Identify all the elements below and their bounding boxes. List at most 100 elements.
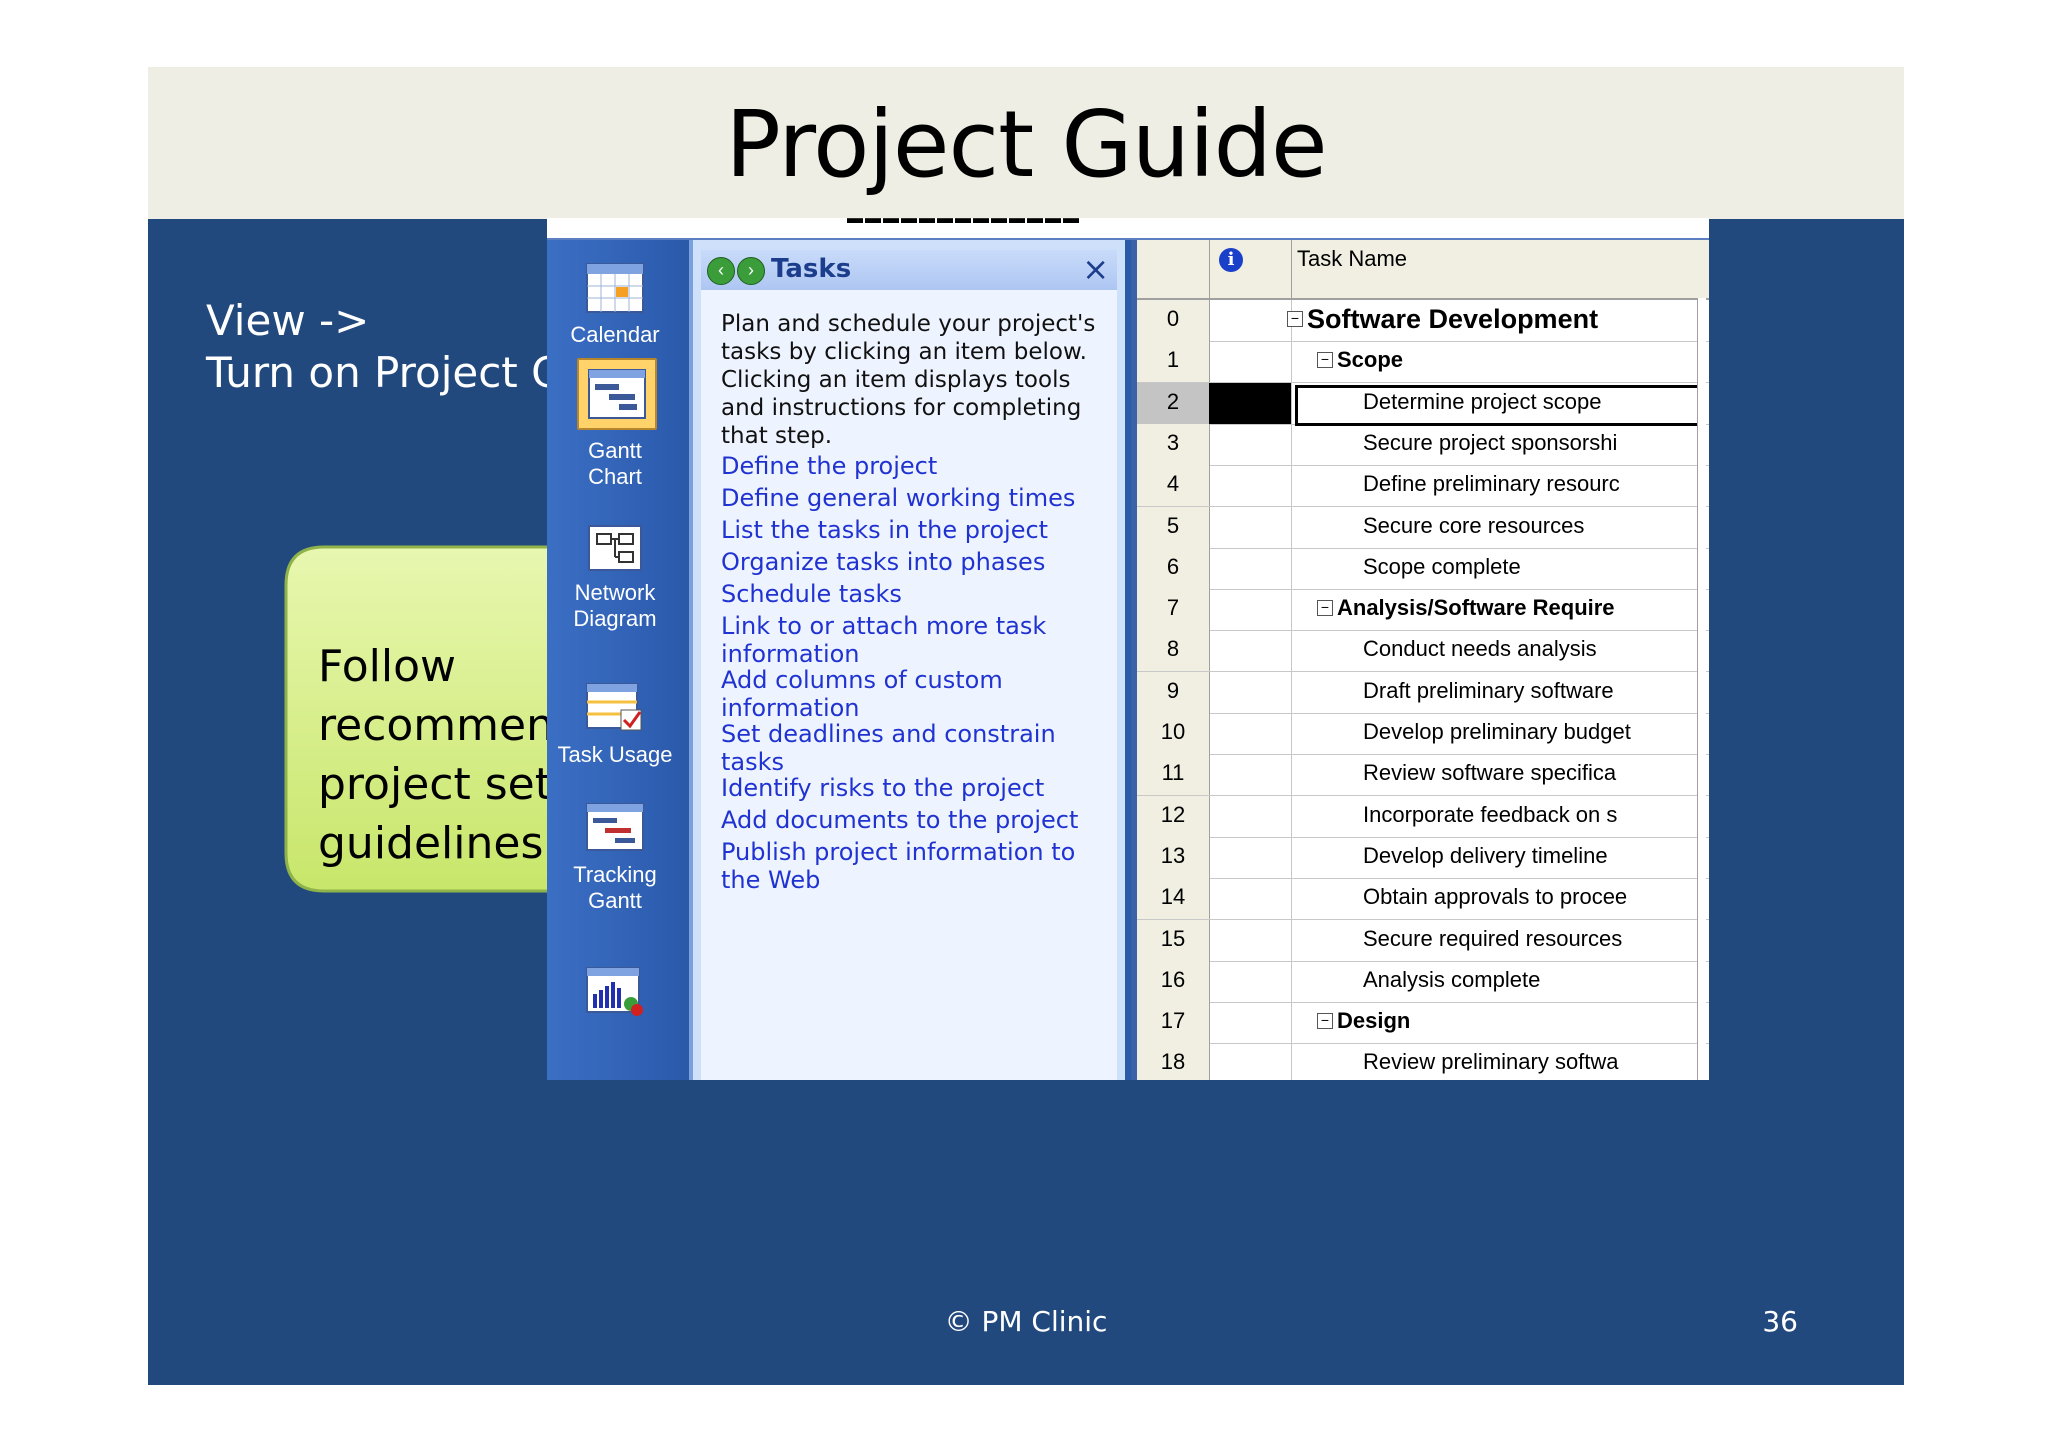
footer-copyright: © PM Clinic [944,1305,1108,1338]
task-name-cell[interactable]: Design [1337,1002,1689,1043]
row-number[interactable]: 12 [1137,795,1210,837]
row-number[interactable]: 0 [1137,300,1210,341]
table-row[interactable]: 1 − Scope [1137,341,1709,384]
row-number[interactable]: 15 [1137,919,1210,961]
collapse-icon[interactable]: − [1317,1013,1333,1030]
row-indicator [1209,713,1292,754]
row-number[interactable]: 9 [1137,671,1210,713]
table-row[interactable]: 13 Develop delivery timeline [1137,836,1709,879]
task-name-cell[interactable]: Secure required resources [1363,920,1689,961]
table-row[interactable]: 16 Analysis complete [1137,960,1709,1003]
forward-arrow-icon[interactable]: › [737,257,765,285]
row-number[interactable]: 6 [1137,547,1210,589]
row-number[interactable]: 7 [1137,589,1210,631]
header-row-number[interactable] [1137,240,1210,298]
table-row[interactable]: 7 − Analysis/Software Require [1137,589,1709,632]
task-name-cell[interactable]: Scope complete [1363,548,1689,589]
link-add-custom-columns[interactable]: Add columns of custom information [721,666,1116,722]
view-label-line: Gantt [588,438,642,463]
view-label-line: Gantt [588,888,642,913]
link-identify-risks[interactable]: Identify risks to the project [721,774,1116,802]
table-row[interactable]: 4 Define preliminary resourc [1137,465,1709,508]
row-indicator [1209,506,1292,548]
row-number[interactable]: 17 [1137,1002,1210,1044]
link-organize-phases[interactable]: Organize tasks into phases [721,548,1116,576]
task-name-cell[interactable]: Develop delivery timeline [1363,837,1689,878]
link-add-documents[interactable]: Add documents to the project [721,806,1116,834]
grid-column-divider [1697,298,1706,1080]
row-number[interactable]: 11 [1137,754,1210,796]
collapse-icon[interactable]: − [1287,311,1303,327]
task-name-cell[interactable]: Incorporate feedback on s [1363,796,1689,837]
table-row[interactable]: 11 Review software specifica [1137,754,1709,797]
table-row[interactable]: 2 Determine project scope [1137,382,1709,426]
row-number[interactable]: 18 [1137,1043,1210,1080]
task-name-cell[interactable]: Scope [1337,341,1689,382]
task-name-cell[interactable]: Define preliminary resourc [1363,465,1689,506]
tracking-gantt-icon [586,803,644,851]
row-number[interactable]: 3 [1137,423,1210,465]
view-bar: Calendar Gantt Chart Network Diagram Tas… [547,240,683,1080]
table-row[interactable]: 5 Secure core resources [1137,506,1709,549]
row-indicator [1209,960,1292,1002]
table-row[interactable]: 18 Review preliminary softwa [1137,1043,1709,1080]
close-icon[interactable]: × [1082,250,1109,288]
table-row[interactable]: 12 Incorporate feedback on s [1137,795,1709,838]
table-row[interactable]: 9 Draft preliminary software [1137,671,1709,714]
row-number[interactable]: 2 [1137,382,1210,424]
link-define-project[interactable]: Define the project [721,452,1116,480]
row-indicator [1209,836,1292,878]
header-task-name[interactable]: Task Name [1297,246,1407,272]
collapse-icon[interactable]: − [1317,600,1333,617]
task-name-cell[interactable]: Obtain approvals to procee [1363,878,1689,919]
gantt-chart-icon [577,358,657,430]
link-set-deadlines[interactable]: Set deadlines and constrain tasks [721,720,1116,776]
row-indicator [1209,754,1292,796]
view-label: Tracking Gantt [547,862,683,914]
table-row[interactable]: 10 Develop preliminary budget [1137,713,1709,755]
row-indicator [1209,878,1292,920]
table-row[interactable]: 3 Secure project sponsorshi [1137,423,1709,466]
task-name-cell[interactable]: Review software specifica [1363,754,1689,795]
task-name-cell[interactable]: Develop preliminary budget [1363,713,1689,754]
slide-title: Project Guide [725,91,1327,198]
task-name-cell[interactable]: Secure core resources [1363,507,1689,548]
task-name-cell[interactable]: Review preliminary softwa [1363,1043,1689,1080]
grid-header: i Task Name [1137,240,1709,300]
link-list-tasks[interactable]: List the tasks in the project [721,516,1116,544]
header-indicators[interactable]: i [1209,240,1292,298]
row-number[interactable]: 1 [1137,341,1210,383]
link-define-working-times[interactable]: Define general working times [721,484,1116,512]
row-number[interactable]: 13 [1137,836,1210,878]
link-publish-web[interactable]: Publish project information to the Web [721,838,1116,894]
back-arrow-icon[interactable]: ‹ [707,257,735,285]
task-name-cell[interactable]: Determine project scope [1363,383,1689,424]
task-name-cell[interactable]: Draft preliminary software [1363,672,1689,713]
row-indicator [1209,423,1292,465]
task-name-cell[interactable]: Software Development [1307,300,1689,341]
row-number[interactable]: 16 [1137,960,1210,1002]
task-name-cell[interactable]: Analysis complete [1363,961,1689,1002]
row-number[interactable]: 10 [1137,713,1210,754]
task-name-cell[interactable]: Conduct needs analysis [1363,630,1689,671]
task-name-cell[interactable]: Secure project sponsorshi [1363,424,1689,465]
table-row[interactable]: 8 Conduct needs analysis [1137,630,1709,673]
collapse-icon[interactable]: − [1317,352,1333,369]
table-row[interactable]: 17 − Design [1137,1002,1709,1045]
row-number[interactable]: 14 [1137,878,1210,920]
task-usage-icon [586,683,642,731]
link-attach-task-info[interactable]: Link to or attach more task information [721,612,1116,668]
table-row[interactable]: 15 Secure required resources [1137,919,1709,962]
row-indicator [1209,919,1292,961]
row-indicator [1209,671,1292,713]
row-number[interactable]: 8 [1137,630,1210,672]
row-number[interactable]: 5 [1137,506,1210,548]
task-name-cell[interactable]: Analysis/Software Require [1337,589,1689,630]
link-schedule-tasks[interactable]: Schedule tasks [721,580,1116,608]
table-row[interactable]: 6 Scope complete [1137,547,1709,590]
tasks-pane: ‹ › Tasks × Plan and schedule your proje… [689,240,1125,1080]
table-row[interactable]: 0 − Software Development [1137,300,1709,342]
network-diagram-icon [588,525,642,571]
row-number[interactable]: 4 [1137,465,1210,507]
table-row[interactable]: 14 Obtain approvals to procee [1137,878,1709,921]
